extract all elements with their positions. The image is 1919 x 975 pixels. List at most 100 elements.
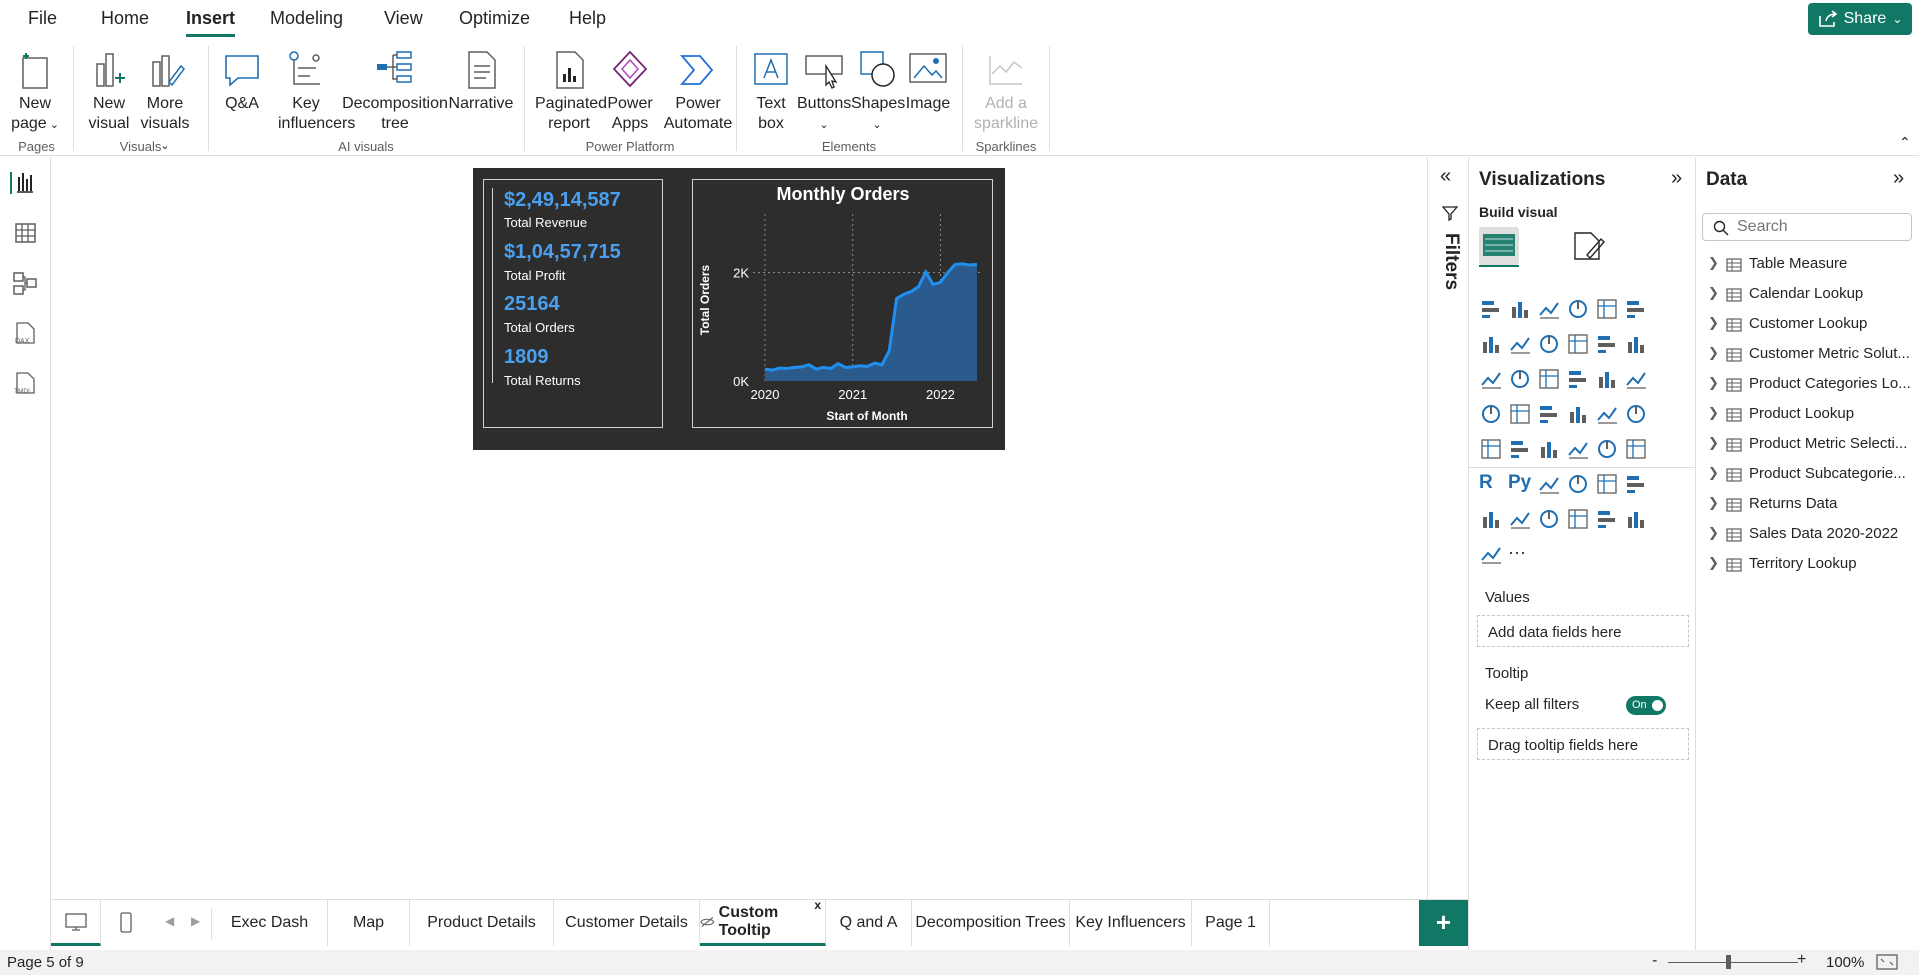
scroll-tabs-right-icon[interactable]: ▶ xyxy=(191,914,200,928)
report-view-icon[interactable] xyxy=(10,169,40,197)
chevron-right-icon[interactable]: ❯ xyxy=(1708,315,1719,331)
custom-tooltip-page[interactable]: $2,49,14,587 Total Revenue $1,04,57,715 … xyxy=(473,168,1005,450)
chevron-right-icon[interactable]: ❯ xyxy=(1708,525,1719,541)
scatter-visual-icon[interactable] xyxy=(1566,367,1590,391)
tmdl-view-icon[interactable]: TMDL xyxy=(10,369,40,397)
page-tab[interactable]: Page 1 xyxy=(1192,900,1270,946)
mobile-layout-button[interactable] xyxy=(101,900,151,946)
line-visual-icon[interactable] xyxy=(1479,332,1503,356)
key-influencers-button[interactable]: Key influencers xyxy=(278,48,355,134)
data-table-item[interactable]: ❯ Product Subcategorie... xyxy=(1696,463,1916,487)
chevron-right-icon[interactable]: ❯ xyxy=(1708,495,1719,511)
100-stacked-bar-visual-icon[interactable] xyxy=(1595,297,1619,321)
add-page-button[interactable]: + xyxy=(1419,900,1468,946)
scroll-tabs-left-icon[interactable]: ◀ xyxy=(165,914,174,928)
page-tab[interactable]: Customer Details xyxy=(554,900,700,946)
decomposition-tree-button[interactable]: Decomposition tree xyxy=(342,48,448,134)
share-button[interactable]: Share ⌄ xyxy=(1808,3,1912,35)
filled-map-visual-icon[interactable] xyxy=(1537,402,1561,426)
expand-filters-icon[interactable]: « xyxy=(1440,165,1451,188)
menu-file[interactable]: File xyxy=(28,8,57,29)
kpi-visual-icon[interactable] xyxy=(1537,437,1561,461)
page-tab[interactable]: Key Influencers xyxy=(1070,900,1192,946)
azure-map-2-visual-icon[interactable] xyxy=(1595,507,1619,531)
table-visual-icon[interactable] xyxy=(1595,437,1619,461)
stacked-column-visual-icon[interactable] xyxy=(1508,297,1532,321)
chevron-right-icon[interactable]: ❯ xyxy=(1708,465,1719,481)
card-visual-icon[interactable] xyxy=(1479,437,1503,461)
power-apps-button[interactable]: Power Apps xyxy=(605,48,655,134)
data-table-item[interactable]: ❯ Sales Data 2020-2022 xyxy=(1696,523,1916,547)
data-table-item[interactable]: ❯ Product Lookup xyxy=(1696,403,1916,427)
narrative-button[interactable]: Narrative xyxy=(448,48,514,114)
shapes-button[interactable]: Shapes ⌄ xyxy=(851,48,905,135)
page-tab[interactable]: Exec Dash xyxy=(212,900,328,946)
model-view-icon[interactable] xyxy=(10,269,40,297)
menu-help[interactable]: Help xyxy=(569,8,606,29)
new-visual-button[interactable]: New visual xyxy=(82,48,136,134)
chevron-right-icon[interactable]: ❯ xyxy=(1708,255,1719,271)
data-table-item[interactable]: ❯ Product Categories Lo... xyxy=(1696,373,1916,397)
area-visual-icon[interactable] xyxy=(1508,332,1532,356)
matrix-visual-icon[interactable] xyxy=(1624,437,1648,461)
zoom-slider-track[interactable] xyxy=(1668,962,1798,963)
data-table-item[interactable]: ❯ Customer Metric Solut... xyxy=(1696,343,1916,367)
paginated-report-button[interactable]: Paginated report xyxy=(535,48,607,134)
qa-button[interactable]: Q&A xyxy=(220,48,264,114)
monthly-orders-chart[interactable]: Monthly Orders Total Orders Start of Mon… xyxy=(692,179,993,428)
slicer-new-visual-icon[interactable] xyxy=(1566,507,1590,531)
keep-all-filters-toggle[interactable]: On xyxy=(1626,696,1666,715)
data-table-item[interactable]: ❯ Table Measure xyxy=(1696,253,1916,277)
zoom-in-button[interactable]: + xyxy=(1797,951,1806,969)
donut-visual-icon[interactable] xyxy=(1624,367,1648,391)
data-table-item[interactable]: ❯ Calendar Lookup xyxy=(1696,283,1916,307)
stacked-bar-visual-icon[interactable] xyxy=(1479,297,1503,321)
zoom-slider-thumb[interactable] xyxy=(1726,955,1731,969)
power-automate-visual-icon[interactable] xyxy=(1479,542,1503,566)
image-button[interactable]: Image xyxy=(904,48,952,114)
card-new-visual-icon[interactable] xyxy=(1537,507,1561,531)
clustered-column-visual-icon[interactable] xyxy=(1566,297,1590,321)
stacked-area-visual-icon[interactable] xyxy=(1537,332,1561,356)
treemap-visual-icon[interactable] xyxy=(1479,402,1503,426)
data-table-item[interactable]: ❯ Returns Data xyxy=(1696,493,1916,517)
page-tab[interactable]: Product Details xyxy=(410,900,554,946)
menu-modeling[interactable]: Modeling xyxy=(270,8,343,29)
buttons-button[interactable]: Buttons ⌄ xyxy=(797,48,851,135)
azure-map-visual-icon[interactable] xyxy=(1595,402,1619,426)
close-tab-button[interactable]: x xyxy=(814,898,821,912)
narrative-visual-icon[interactable] xyxy=(1624,472,1648,496)
python-visual-visual-icon[interactable]: Py xyxy=(1508,472,1532,496)
dax-query-view-icon[interactable]: DAX xyxy=(10,319,40,347)
slicer-visual-icon[interactable] xyxy=(1566,437,1590,461)
data-search-input[interactable] xyxy=(1737,217,1907,237)
100-stacked-column-visual-icon[interactable] xyxy=(1624,297,1648,321)
new-page-button[interactable]: New page ⌄ xyxy=(8,48,62,135)
power-apps-visual-icon[interactable] xyxy=(1624,507,1648,531)
100-stacked-area-visual-icon[interactable] xyxy=(1566,332,1590,356)
data-table-item[interactable]: ❯ Product Metric Selecti... xyxy=(1696,433,1916,457)
pie-visual-icon[interactable] xyxy=(1595,367,1619,391)
waterfall-visual-icon[interactable] xyxy=(1508,367,1532,391)
collapse-ribbon-icon[interactable]: ⌃ xyxy=(1899,134,1911,151)
r-visual-visual-icon[interactable]: R xyxy=(1479,472,1503,496)
funnel-visual-icon[interactable] xyxy=(1537,367,1561,391)
data-table-item[interactable]: ❯ Customer Lookup xyxy=(1696,313,1916,337)
menu-view[interactable]: View xyxy=(384,8,423,29)
format-visual-tab[interactable] xyxy=(1571,229,1605,263)
fit-to-page-icon[interactable] xyxy=(1876,954,1898,970)
clustered-bar-visual-icon[interactable] xyxy=(1537,297,1561,321)
key-influencers-visual-icon[interactable] xyxy=(1537,472,1561,496)
values-field-well[interactable]: Add data fields here xyxy=(1477,615,1689,647)
text-box-button[interactable]: Text box xyxy=(749,48,793,134)
chevron-right-icon[interactable]: ❯ xyxy=(1708,405,1719,421)
page-tab[interactable]: Map xyxy=(328,900,410,946)
menu-home[interactable]: Home xyxy=(101,8,149,29)
collapse-data-icon[interactable]: » xyxy=(1893,167,1904,190)
chevron-right-icon[interactable]: ❯ xyxy=(1708,375,1719,391)
chevron-right-icon[interactable]: ❯ xyxy=(1708,285,1719,301)
decomposition-tree-visual-icon[interactable] xyxy=(1566,472,1590,496)
table-view-icon[interactable] xyxy=(10,219,40,247)
kpi-card[interactable]: $2,49,14,587 Total Revenue $1,04,57,715 … xyxy=(483,179,663,428)
tooltip-field-well[interactable]: Drag tooltip fields here xyxy=(1477,728,1689,760)
